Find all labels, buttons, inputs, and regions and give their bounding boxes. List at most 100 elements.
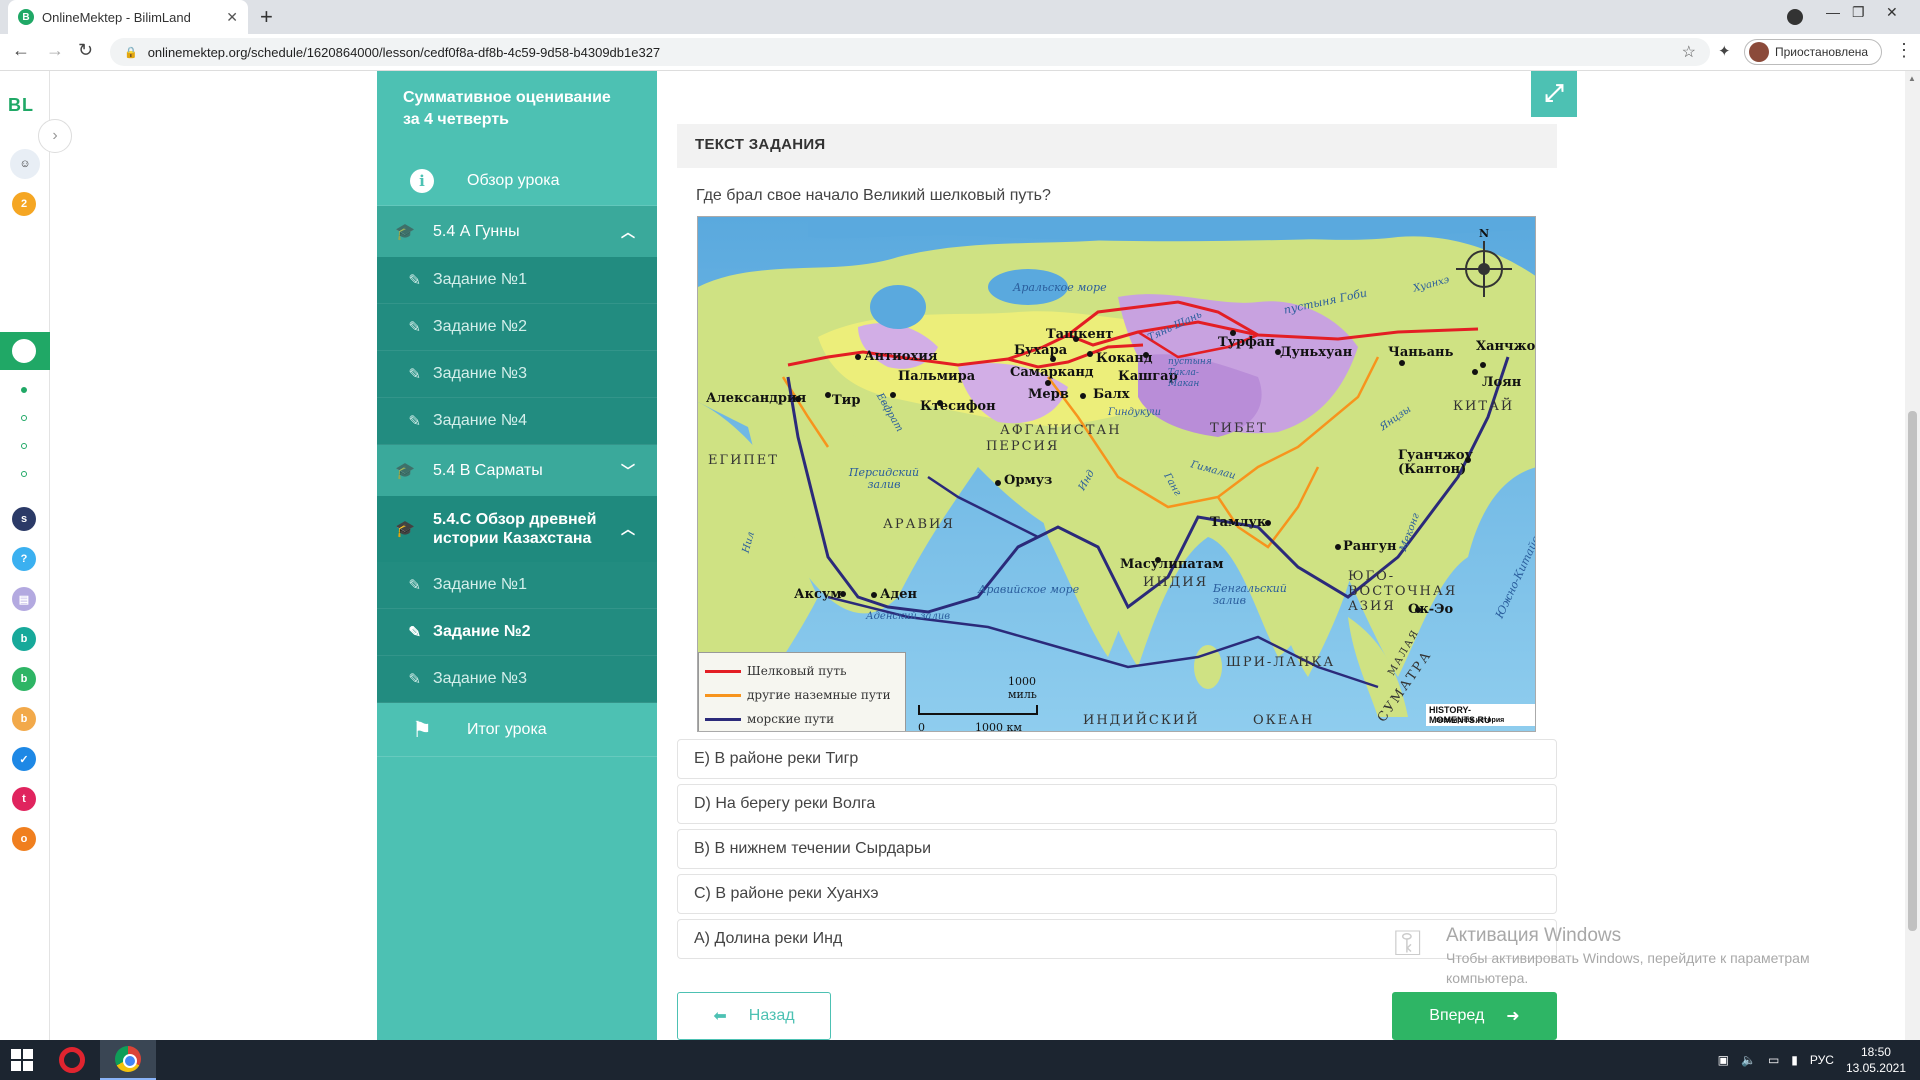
task-item[interactable]: ✎ Задание №2	[377, 304, 657, 351]
map-label-water: Аравийское море	[978, 583, 1080, 596]
legend-label: морские пути	[747, 712, 835, 726]
scroll-up-icon[interactable]: ▲	[1908, 74, 1916, 83]
orange-app-icon[interactable]: o	[12, 827, 36, 851]
rail-dot-icon[interactable]	[21, 443, 27, 449]
map-label-region: ШРИ-ЛАНКА	[1226, 655, 1336, 670]
windows-start-icon[interactable]	[0, 1040, 44, 1080]
map-label-city: Рангун	[1343, 539, 1397, 554]
map-label-region: ИНДИЯ	[1143, 575, 1209, 590]
tab-search-icon[interactable]	[1787, 9, 1803, 25]
tray-app-icon[interactable]: ▣	[1718, 1053, 1729, 1067]
profile-status-label: Приостановлена	[1775, 45, 1869, 59]
task-item[interactable]: ✎ Задание №3	[377, 656, 657, 703]
answer-option[interactable]: E) В районе реки Тигр	[677, 739, 1557, 779]
answer-option[interactable]: C) В районе реки Хуанхэ	[677, 874, 1557, 914]
map-watermark-sub: всемирная история	[1436, 717, 1505, 724]
restore-icon[interactable]: ❐	[1852, 4, 1865, 21]
url-text: onlinemektep.org/schedule/1620864000/les…	[147, 44, 661, 60]
rail-dot-icon[interactable]	[21, 415, 27, 421]
edit-icon: ✎	[408, 577, 421, 594]
section-huns[interactable]: 🎓 5.4 А Гунны ︿	[377, 206, 657, 257]
section-label: 5.4 А Гунны	[433, 222, 520, 240]
browser-menu-icon[interactable]: ⋮	[1895, 40, 1913, 61]
twig-app-icon[interactable]: t	[12, 787, 36, 811]
task-item[interactable]: ✎ Задание №1	[377, 562, 657, 609]
opera-taskbar-icon[interactable]	[44, 1040, 100, 1080]
network-icon[interactable]: ▭	[1768, 1053, 1779, 1067]
new-tab-icon[interactable]: +	[260, 5, 273, 29]
help-question-icon[interactable]: ?	[12, 547, 36, 571]
fullscreen-expand-icon[interactable]: ⤢	[1531, 71, 1577, 117]
map-label-city: Ктесифон	[920, 399, 996, 414]
bilimland-light-app-icon[interactable]: b	[12, 667, 36, 691]
graduation-cap-icon: 🎓	[395, 520, 415, 538]
map-label-water: пустыня Такла-Макан	[1168, 357, 1212, 389]
battery-icon[interactable]: ▮	[1791, 1053, 1798, 1067]
bookmark-star-icon[interactable]: ☆	[1682, 42, 1696, 62]
scale-km: 1000 км	[975, 721, 1022, 732]
map-label-city: Гуанчжоу (Кантон)	[1398, 448, 1473, 477]
map-label-city: Мерв	[1028, 387, 1069, 402]
clock[interactable]: 18:50 13.05.2021	[1846, 1044, 1906, 1076]
chrome-taskbar-icon[interactable]	[100, 1040, 156, 1080]
minimize-icon[interactable]: —	[1826, 4, 1840, 20]
sidebar-item-summary[interactable]: ⚑ Итог урока	[377, 703, 657, 757]
map-label-city: Лоян	[1482, 375, 1522, 390]
url-input[interactable]: 🔒 onlinemektep.org/schedule/1620864000/l…	[110, 38, 1710, 66]
task-item-current[interactable]: ✎ Задание №2	[377, 609, 657, 656]
close-window-icon[interactable]: ✕	[1886, 4, 1898, 21]
edit-icon: ✎	[408, 624, 421, 641]
profile-button[interactable]: Приостановлена	[1744, 39, 1882, 65]
smart-nation-app-icon[interactable]: s	[12, 507, 36, 531]
rail-dot-icon[interactable]	[21, 471, 27, 477]
checklist-app-icon[interactable]: ✓	[12, 747, 36, 771]
answer-option[interactable]: D) На берегу реки Волга	[677, 784, 1557, 824]
answer-option[interactable]: B) В нижнем течении Сырдарьи	[677, 829, 1557, 869]
reload-icon[interactable]: ↻	[78, 40, 93, 61]
legend-label: другие наземные пути	[747, 688, 891, 702]
language-indicator[interactable]: РУС	[1810, 1053, 1834, 1067]
task-item[interactable]: ✎ Задание №3	[377, 351, 657, 398]
expand-rail-chevron-icon[interactable]: ›	[38, 119, 72, 153]
user-avatar-icon[interactable]: ☺	[10, 149, 40, 179]
volume-icon[interactable]: 🔈	[1741, 1053, 1756, 1067]
edit-icon: ✎	[408, 413, 421, 430]
section-kazakhstan-history[interactable]: 🎓 5.4.С Обзор древней истории Казахстана…	[377, 496, 657, 562]
info-icon: i	[377, 169, 467, 193]
task-item[interactable]: ✎ Задание №1	[377, 257, 657, 304]
close-tab-icon[interactable]: ✕	[226, 9, 238, 26]
chevron-down-icon: ﹀	[621, 462, 635, 479]
browser-tab[interactable]: B OnlineMektep - BilimLand ✕	[8, 0, 248, 34]
task-label: Задание №2	[433, 623, 531, 640]
lesson-title: Суммативное оценивание за 4 четверть	[403, 89, 611, 128]
scrollbar-thumb[interactable]	[1908, 411, 1917, 931]
page-scrollbar[interactable]: ▲	[1905, 71, 1920, 1040]
bilimland-logo[interactable]: BL	[8, 95, 34, 116]
edit-icon: ✎	[408, 319, 421, 336]
map-label-city: Ханчжоу	[1476, 339, 1536, 354]
map-label-region: ЮГО-ВОСТОЧНАЯ АЗИЯ	[1348, 569, 1458, 614]
sidebar-item-label: Обзор урока	[467, 172, 560, 189]
question-text: Где брал свое начало Великий шелковый пу…	[696, 187, 1051, 204]
bilimland-orange-app-icon[interactable]: b	[12, 707, 36, 731]
task-item[interactable]: ✎ Задание №4	[377, 398, 657, 445]
sidebar-item-overview[interactable]: i Обзор урока	[377, 157, 657, 206]
keyboard-app-icon[interactable]: ▤	[12, 587, 36, 611]
notifications-badge[interactable]: 2	[12, 192, 36, 216]
avatar	[1749, 42, 1769, 62]
extensions-puzzle-icon[interactable]: ✦	[1718, 42, 1731, 60]
windows-taskbar: ▣ 🔈 ▭ ▮ РУС 18:50 13.05.2021	[0, 1040, 1920, 1080]
next-button[interactable]: Вперед ➜	[1392, 992, 1557, 1040]
section-sarmatians[interactable]: 🎓 5.4 В Сарматы ﹀	[377, 445, 657, 496]
back-arrow-icon[interactable]: ←	[12, 40, 30, 61]
back-button[interactable]: ⬅ Назад	[677, 992, 831, 1040]
onlinemektep-app-icon[interactable]	[12, 339, 36, 363]
activation-key-icon: ⚿	[1394, 922, 1422, 963]
map-label-region: ПЕРСИЯ	[986, 439, 1060, 454]
forward-arrow-icon[interactable]: →	[46, 40, 64, 61]
system-tray: ▣ 🔈 ▭ ▮ РУС 18:50 13.05.2021	[1718, 1040, 1906, 1080]
bilimland-app-icon[interactable]: b	[12, 627, 36, 651]
map-label-city: Балх	[1093, 387, 1130, 402]
lesson-sidebar: Суммативное оценивание за 4 четверть i О…	[377, 71, 657, 1040]
rail-dot-icon[interactable]	[21, 387, 27, 393]
